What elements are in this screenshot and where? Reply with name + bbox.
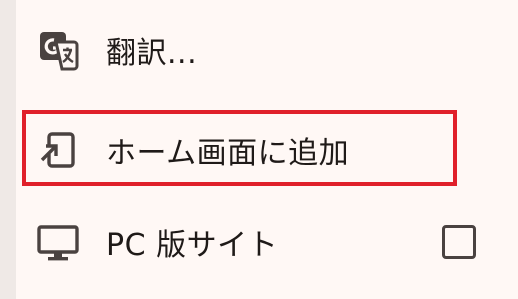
menu-item-label: PC 版サイト xyxy=(106,228,279,263)
menu-item-translate[interactable]: 翻訳... xyxy=(16,8,518,92)
desktop-site-checkbox[interactable] xyxy=(442,225,476,259)
overflow-menu: 翻訳... ホーム画面に追加 PC 版サイト xyxy=(16,0,518,299)
page-edge xyxy=(0,0,16,299)
translate-icon xyxy=(34,26,82,74)
desktop-icon xyxy=(34,218,82,266)
highlight-box xyxy=(22,110,457,186)
menu-item-label: 翻訳... xyxy=(106,36,198,71)
menu-item-desktop-site[interactable]: PC 版サイト xyxy=(16,200,518,284)
